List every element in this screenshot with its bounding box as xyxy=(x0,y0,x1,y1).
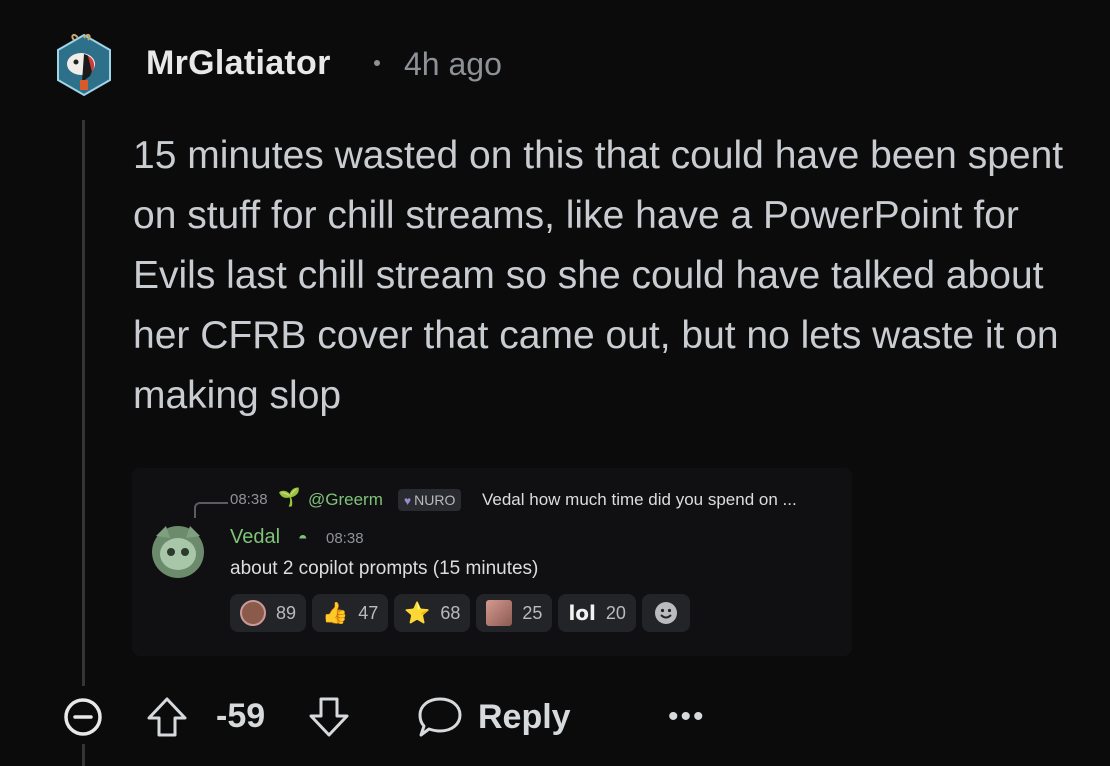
upvote-arrow-icon xyxy=(147,697,187,737)
reply-connector xyxy=(194,502,212,518)
nuro-tag: ♥ NURO xyxy=(398,489,462,511)
vedal-avatar xyxy=(148,520,208,580)
reaction-3: ⭐ 68 xyxy=(394,594,471,632)
downvote-button[interactable] xyxy=(306,694,352,740)
upvote-button[interactable] xyxy=(144,694,190,740)
reply-button[interactable]: Reply xyxy=(416,692,571,742)
minus-circle-icon xyxy=(64,698,102,736)
speech-bubble-icon xyxy=(418,697,462,737)
reply-preview-mention: @Greerm xyxy=(308,490,383,509)
reply-preview-time: 08:38 xyxy=(230,491,268,508)
reaction-4: 25 xyxy=(476,594,553,632)
reaction-count: 89 xyxy=(276,602,297,623)
thumbs-up-icon: 👍 xyxy=(322,601,349,625)
comment-image[interactable]: 08:38 🌱 @Greerm ♥ NURO Vedal how much tim… xyxy=(132,468,852,656)
reaction-5: lol 20 xyxy=(558,594,636,632)
message-time: 08:38 xyxy=(326,530,364,547)
add-reaction xyxy=(641,594,690,632)
thread-line-continuation[interactable] xyxy=(82,744,85,766)
nuro-tag-label: NURO xyxy=(414,492,456,508)
reply-connector-line xyxy=(210,502,228,504)
reply-label: Reply xyxy=(478,697,571,736)
reaction-2: 👍 47 xyxy=(312,594,389,632)
thread-line[interactable] xyxy=(82,120,85,686)
reaction-bar: 89 👍 47 ⭐ 68 25 lol 20 xyxy=(230,594,690,632)
more-options-button[interactable]: ••• xyxy=(668,700,706,734)
heart-icon: ♥ xyxy=(404,494,412,508)
comment-timestamp: 4h ago xyxy=(404,46,502,82)
vote-score: -59 xyxy=(216,697,266,735)
message-author: Vedal xyxy=(230,526,281,548)
downvote-arrow-icon xyxy=(309,697,349,737)
sprout-icon: 🌱 xyxy=(278,487,301,507)
reaction-count: 68 xyxy=(440,602,461,623)
lol-icon: lol xyxy=(568,601,596,625)
reaction-count: 47 xyxy=(358,602,379,623)
collapse-thread-button[interactable] xyxy=(63,697,103,737)
reaction-count: 20 xyxy=(605,602,626,623)
star-icon: ⭐ xyxy=(404,601,431,625)
smiley-icon xyxy=(654,602,677,624)
turtle-badge-icon: ◓ xyxy=(298,530,308,547)
round-avatar-emoji-icon xyxy=(240,600,266,626)
comment-body: 15 minutes wasted on this that could hav… xyxy=(133,134,1064,417)
message-text: about 2 copilot prompts (15 minutes) xyxy=(230,558,539,579)
reaction-count: 25 xyxy=(522,602,543,623)
user-avatar[interactable] xyxy=(54,32,114,98)
separator-dot xyxy=(374,60,380,66)
image-emoji-icon xyxy=(486,600,513,626)
username[interactable]: MrGlatiator xyxy=(146,44,331,83)
reply-preview-message: Vedal how much time did you spend on ... xyxy=(482,490,797,509)
reaction-1: 89 xyxy=(230,594,307,632)
